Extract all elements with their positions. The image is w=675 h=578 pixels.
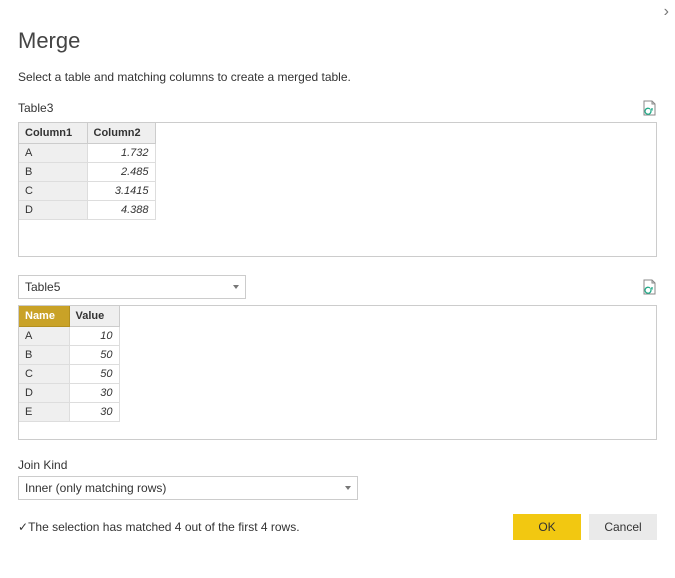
table-row: A10 [19,327,119,346]
refresh-preview-icon[interactable] [643,100,657,116]
subtitle-text: Select a table and matching columns to c… [18,70,657,84]
table2-col-header-selected[interactable]: Name [19,306,69,327]
join-kind-label: Join Kind [18,458,657,472]
table-row: C3.1415 [19,182,155,201]
table1-label: Table3 [18,101,53,115]
match-status-text: The selection has matched 4 out of the f… [28,520,299,534]
join-kind-select[interactable]: Inner (only matching rows) [18,476,358,500]
page-title: Merge [18,28,657,54]
refresh-preview-icon[interactable] [643,279,657,295]
table-row: D4.388 [19,201,155,220]
table-row: B50 [19,346,119,365]
table2-header-row: Name Value [19,306,119,327]
table-row: E30 [19,403,119,422]
table1-header-row: Column1 Column2 [19,123,155,144]
table-row: C50 [19,365,119,384]
second-table-selected: Table5 [25,280,60,294]
table-row: A1.732 [19,144,155,163]
close-icon[interactable]: › [664,4,669,20]
second-table-select[interactable]: Table5 [18,275,246,299]
chevron-down-icon [345,486,351,490]
table2-col-header[interactable]: Value [69,306,119,327]
ok-button[interactable]: OK [513,514,581,540]
cancel-button[interactable]: Cancel [589,514,657,540]
table-row: B2.485 [19,163,155,182]
table1-col-header[interactable]: Column2 [87,123,155,144]
table1-col-header[interactable]: Column1 [19,123,87,144]
chevron-down-icon [233,285,239,289]
table-row: D30 [19,384,119,403]
join-kind-selected: Inner (only matching rows) [25,481,166,495]
table2-preview[interactable]: Name Value A10 B50 C50 D30 E30 [18,305,657,440]
check-icon: ✓ [18,520,28,534]
table1-preview[interactable]: Column1 Column2 A1.732 B2.485 C3.1415 D4… [18,122,657,257]
